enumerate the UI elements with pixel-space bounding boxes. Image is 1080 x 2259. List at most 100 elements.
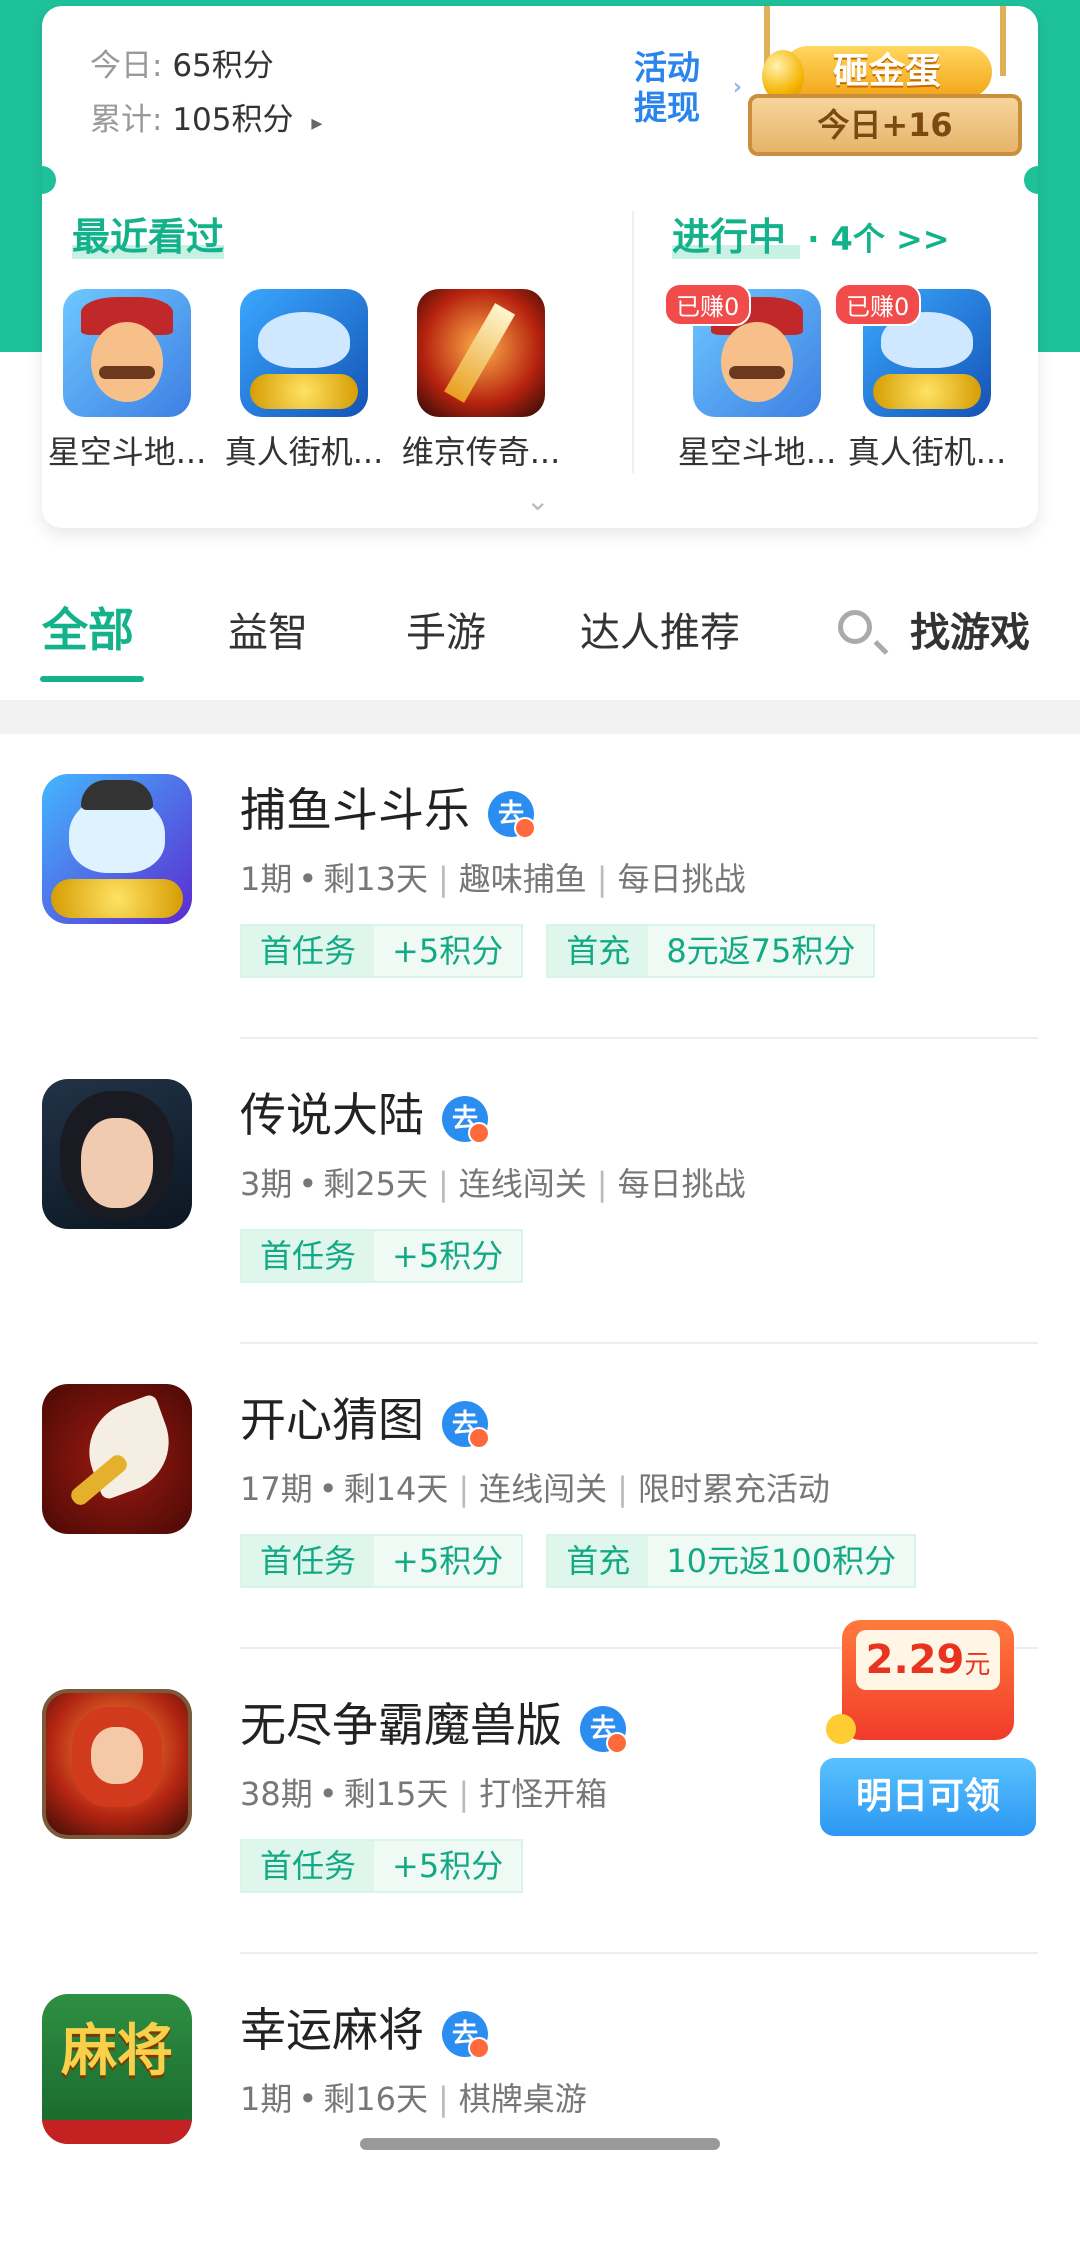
- period: 38期: [240, 1775, 313, 1813]
- recent-game[interactable]: 星空斗地...: [42, 289, 212, 473]
- category-tabs: 全部 益智 手游 达人推荐 找游戏: [0, 580, 1080, 690]
- reward-key: 首充: [548, 1536, 649, 1586]
- game-list-item[interactable]: 开心猜图去 17期 • 剩14天 | 连线闯关 | 限时累充活动 首任务 +5积分 首充 10元…: [0, 1344, 1080, 1649]
- home-indicator[interactable]: [360, 2138, 720, 2150]
- game-icon: [42, 1384, 192, 1534]
- genre-tag: 连线闯关: [458, 1165, 587, 1203]
- total-points-value: 105积分: [172, 102, 294, 138]
- reward-value: +5积分: [392, 932, 504, 970]
- genre-tag: 连线闯关: [479, 1470, 608, 1508]
- days-remaining: 剩15天: [343, 1775, 449, 1813]
- game-meta: 1期 • 剩13天 | 趣味捕鱼 | 每日挑战: [240, 860, 746, 898]
- days-remaining: 剩14天: [343, 1470, 449, 1508]
- chevron-right-icon: ›: [732, 75, 742, 100]
- play-badge-icon: 去: [580, 1705, 628, 1754]
- recent-game[interactable]: 真人街机...: [219, 289, 389, 473]
- ongoing-count: · 4个 >>: [807, 220, 950, 258]
- today-points: 今日: 65积分: [90, 40, 274, 85]
- today-points-value: 65积分: [172, 48, 274, 84]
- game-icon: [42, 774, 192, 924]
- recent-game[interactable]: 维京传奇...: [396, 289, 566, 473]
- reward-value: 10元返100积分: [666, 1542, 897, 1580]
- genre-tag: 每日挑战: [617, 860, 746, 898]
- game-title: 开心猜图去: [240, 1384, 490, 1450]
- active-tab-indicator: [40, 676, 144, 682]
- recent-title-text: 最近看过: [72, 215, 225, 259]
- game-name: 开心猜图: [240, 1393, 424, 1447]
- smash-egg-title: 砸金蛋: [782, 46, 992, 98]
- genre-tag: 限时累充活动: [637, 1470, 830, 1508]
- mahjong-icon-text: 麻将: [61, 2019, 173, 2084]
- amount-unit: 元: [964, 1650, 991, 1680]
- game-name: 维京传奇...: [401, 433, 561, 471]
- activity-withdraw-button[interactable]: 活动 提现 ›: [612, 48, 742, 128]
- game-name: 捕鱼斗斗乐: [240, 783, 470, 837]
- tab-mobile-games[interactable]: 手游: [406, 600, 486, 658]
- genre-tag: 趣味捕鱼: [458, 860, 587, 898]
- game-list-item[interactable]: 传说大陆去 3期 • 剩25天 | 连线闯关 | 每日挑战 首任务 +5积分: [0, 1039, 1080, 1344]
- play-badge-icon: 去: [442, 1095, 490, 1144]
- sign-rope: [1000, 6, 1006, 76]
- recent-section-title: 最近看过: [72, 206, 225, 261]
- reward-tags: 首任务 +5积分: [240, 1839, 541, 1893]
- search-icon: [838, 610, 872, 644]
- game-name: 星空斗地...: [677, 433, 837, 471]
- reward-key: 首任务: [242, 1231, 375, 1281]
- amount-value: 2.29: [865, 1637, 965, 1683]
- reward-value: 8元返75积分: [666, 932, 856, 970]
- claim-tomorrow-button[interactable]: 明日可领: [820, 1758, 1036, 1836]
- withdraw-line1: 活动: [634, 48, 700, 87]
- game-title: 幸运麻将去: [240, 1994, 490, 2060]
- red-packet-widget[interactable]: 2.29元 明日可领: [820, 1620, 1036, 1836]
- reward-tags: 首任务 +5积分 首充 8元返75积分: [240, 924, 893, 978]
- earned-badge: 已赚0: [834, 283, 922, 326]
- ongoing-section-title[interactable]: 进行中 · 4个 >>: [672, 206, 950, 261]
- game-name: 传说大陆: [240, 1088, 424, 1142]
- reward-key: 首任务: [242, 1841, 375, 1891]
- reward-tag: 首任务 +5积分: [240, 1534, 524, 1588]
- tab-puzzle[interactable]: 益智: [228, 600, 308, 658]
- game-name: 无尽争霸魔兽版: [240, 1698, 562, 1752]
- section-divider: [632, 211, 634, 473]
- game-title: 无尽争霸魔兽版去: [240, 1689, 628, 1755]
- chevron-right-icon: ▸: [311, 111, 323, 136]
- game-icon: 麻将: [42, 1994, 192, 2144]
- reward-tag: 首任务 +5积分: [240, 1229, 524, 1283]
- play-badge-icon: 去: [442, 2010, 490, 2059]
- game-title: 传说大陆去: [240, 1079, 490, 1145]
- game-icon: [42, 1689, 192, 1839]
- reward-value: +5积分: [392, 1237, 504, 1275]
- expand-chevron-down-icon[interactable]: ⌄: [526, 484, 549, 517]
- game-icon: [63, 289, 191, 417]
- days-remaining: 剩16天: [323, 2080, 428, 2118]
- total-points[interactable]: 累计: 105积分 ▸: [90, 94, 322, 139]
- tab-all[interactable]: 全部: [42, 594, 134, 660]
- game-icon: [42, 1079, 192, 1229]
- reward-tags: 首任务 +5积分 首充 10元返100积分: [240, 1534, 934, 1588]
- reward-tag: 首任务 +5积分: [240, 924, 524, 978]
- game-list-item[interactable]: 麻将 幸运麻将去 1期 • 剩16天 | 棋牌桌游: [0, 1954, 1080, 2259]
- find-game-label: 找游戏: [910, 610, 1030, 656]
- ongoing-game[interactable]: 真人街机... 已赚0: [834, 283, 1012, 473]
- game-meta: 17期 • 剩14天 | 连线闯关 | 限时累充活动: [240, 1470, 830, 1508]
- ongoing-title-text: 进行中: [672, 215, 787, 259]
- game-meta: 1期 • 剩16天 | 棋牌桌游: [240, 2080, 587, 2118]
- reward-key: 首充: [548, 926, 649, 976]
- game-list-item[interactable]: 捕鱼斗斗乐去 1期 • 剩13天 | 趣味捕鱼 | 每日挑战 首任务 +5积分 首充 8元返75…: [0, 734, 1080, 1039]
- smash-egg-button[interactable]: 砸金蛋 今日+16: [748, 6, 1022, 158]
- game-name: 真人街机...: [847, 433, 1007, 471]
- genre-tag: 打怪开箱: [479, 1775, 608, 1813]
- game-title: 捕鱼斗斗乐去: [240, 774, 536, 840]
- tab-expert-picks[interactable]: 达人推荐: [580, 600, 740, 658]
- reward-value: +5积分: [392, 1542, 504, 1580]
- section-gap: [0, 700, 1080, 734]
- card-notch-right: [1024, 166, 1038, 194]
- reward-value: +5积分: [392, 1847, 504, 1885]
- withdraw-line2: 提现: [634, 88, 700, 127]
- game-name: 星空斗地...: [47, 433, 207, 471]
- ongoing-game[interactable]: 星空斗地... 已赚0: [664, 283, 842, 473]
- joystick-icon: [826, 1714, 856, 1744]
- earned-badge: 已赚0: [664, 283, 752, 326]
- find-game-button[interactable]: 找游戏: [838, 600, 1030, 658]
- period: 1期: [240, 2080, 293, 2118]
